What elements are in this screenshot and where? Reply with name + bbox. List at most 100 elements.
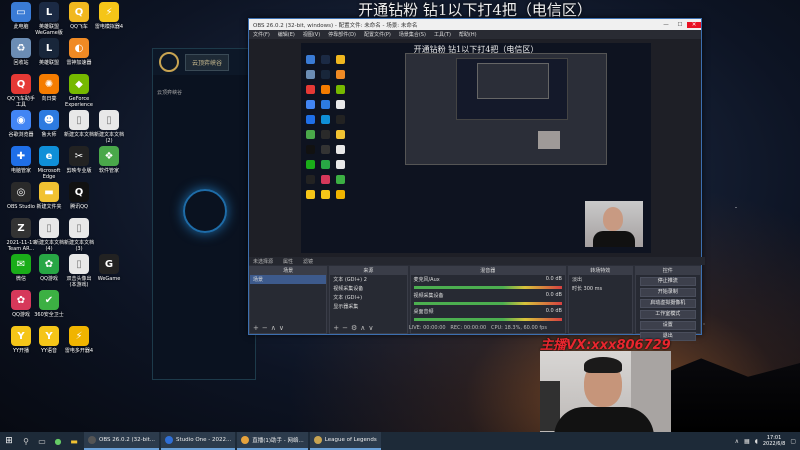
obs-window-title: OBS 26.0.2 (32-bit, windows) - 配置文件: 未命名… [253,22,418,29]
desktop-icon[interactable]: ✺ 向日葵 [32,74,66,102]
menu-tools[interactable]: 工具(T) [434,31,451,38]
tray-chevron-icon[interactable]: ∧ [735,438,739,445]
source-item[interactable]: 视频采集设备 [330,284,406,293]
close-icon[interactable]: ✕ [687,21,701,28]
volume-meter[interactable] [413,302,562,305]
desktop-icon-label: 360安全卫士 [34,312,64,318]
obs-source-toolbar: 未选择源 属性 滤镜 [249,257,705,265]
desktop-icon-label: 双击头像出 (本游戏) [66,276,92,288]
green-app-icon[interactable]: ● [50,432,66,450]
app-icon: ✿ [39,254,59,274]
stop-streaming-button[interactable]: 停止推流 [639,277,697,286]
desktop-icon[interactable]: ✔ 360安全卫士 [32,290,66,318]
source-item[interactable]: 文本 (GDI+) 2 [330,275,406,284]
scene-item[interactable]: 场景 [250,275,327,284]
app-icon: ▯ [69,254,89,274]
desktop-icon[interactable]: L 英雄联盟 WeGame版 [32,2,66,36]
desktop-icon[interactable]: Q QQ飞车 [62,2,96,30]
task-view-icon[interactable]: ▭ [34,432,50,450]
app-icon: Y [11,326,31,346]
desktop-icon[interactable]: L 英雄联盟 [32,38,66,66]
volume-meter[interactable] [413,318,562,321]
desktop-icon[interactable]: ✂ 剪映专业版 [62,146,96,174]
menu-docks[interactable]: 停靠部件(D) [328,31,356,38]
mixer-channel: 桌面音频 0.0 dB [413,308,562,315]
desktop-icon[interactable]: ▯ 新建文本文档 (4) [32,218,66,252]
controls-dock: 控件 停止推流 开始录制 启动虚拟摄像机 工作室模式 设置 退出 [634,266,702,341]
scenes-dock-toolbar[interactable]: +−∧∨ [253,324,287,332]
desktop-icon-label: WeGame [97,276,121,282]
source-item[interactable]: 显示器采集 [330,302,406,311]
lol-play-button[interactable]: 云顶弈峡谷 [185,53,230,71]
properties-button[interactable]: 属性 [283,258,293,265]
sources-dock-toolbar[interactable]: +−⚙∧∨ [333,324,376,332]
desktop-icon[interactable]: ▯ 新建文本文档 (2) [92,110,126,144]
desktop-icon[interactable]: ☻ 鲁大师 [32,110,66,138]
desktop-icon[interactable]: e Microsoft Edge [32,146,66,180]
minimize-icon[interactable]: — [659,22,673,28]
obs-preview[interactable]: 开通钻粉 钻1以下打4把（电信区） [301,43,651,253]
desktop-icon[interactable]: Q 腾讯QQ [62,182,96,210]
taskbar-app-studio-one[interactable]: Studio One - 2022... [161,432,236,450]
desktop-icon[interactable]: Y YY语音 [32,326,66,354]
transition-select[interactable]: 淡出 [569,275,632,284]
desktop-icon[interactable]: ⚡ 雷电多开器4 [62,326,96,354]
rec-timer: REC: 00:00:00 [450,325,487,331]
menu-help[interactable]: 帮助(H) [459,31,477,38]
desktop-icon[interactable]: ⚡ 雷电模拟器4 [92,2,126,30]
desktop-icon[interactable]: ▯ 新建文本文档 [62,110,96,138]
taskbar-app-live-helper[interactable]: 直播(1)助手 - 网络... [237,432,308,450]
filters-button[interactable]: 滤镜 [303,258,313,265]
menu-edit[interactable]: 编辑(E) [278,31,295,38]
menu-scene-collection[interactable]: 场景集合(S) [399,31,426,38]
taskbar-app-obs[interactable]: OBS 26.0.2 (32-bit... [84,432,160,450]
obs-window[interactable]: OBS 26.0.2 (32-bit, windows) - 配置文件: 未命名… [248,18,705,341]
desktop-icon[interactable]: ❖ 软件管家 [92,146,126,174]
desktop-icon[interactable]: ▯ 双击头像出 (本游戏) [62,254,96,288]
taskbar: ⊞ ⚲ ▭ ● ▬ OBS 26.0.2 (32-bit... Studio O… [0,432,800,450]
desktop-icon[interactable]: ◆ GeForce Experience [62,74,96,108]
desktop-icon-label: 腾讯QQ [70,204,88,210]
obs-taskbar-icon [88,436,96,444]
notification-icon[interactable]: ▢ [790,438,796,445]
studio-mode-button[interactable]: 工作室模式 [639,310,697,319]
volume-icon[interactable]: ◖ [755,438,758,445]
app-icon: ▯ [99,110,119,130]
windows-start-icon[interactable]: ⊞ [0,436,18,446]
app-icon: ▯ [69,218,89,238]
preview-desktop-icons [303,53,353,203]
lol-client-window[interactable]: 云顶弈峡谷 云顶弈峡谷 [152,48,256,380]
volume-meter[interactable] [413,286,562,289]
taskbar-app-league[interactable]: League of Legends [309,432,381,450]
transition-duration[interactable]: 时长 300 ms [569,284,632,293]
obs-titlebar[interactable]: OBS 26.0.2 (32-bit, windows) - 配置文件: 未命名… [249,19,701,30]
search-icon[interactable]: ⚲ [18,432,34,450]
desktop: ▭ 此电脑 L 英雄联盟 WeGame版 Q QQ飞车 ⚡ 雷电模拟器4 ♻ 回收站 L 英雄联盟 ◐ 雷… [0,0,800,432]
source-item[interactable]: 文本 (GDI+) [330,293,406,302]
app-icon: ▭ [11,2,31,22]
taskbar-clock[interactable]: 17:01 2022/6/8 [763,435,785,447]
scenes-dock: 场景 场景 +−∧∨ [249,266,328,334]
network-icon[interactable]: ▦ [744,438,750,445]
desktop-icon-label: YY语音 [40,348,58,354]
settings-button[interactable]: 设置 [639,321,697,330]
desktop-icon[interactable]: ▯ 新建文本文档 (3) [62,218,96,252]
desktop-icon[interactable]: ✿ QQ游戏 [32,254,66,282]
app-icon: ▬ [39,182,59,202]
virtual-camera-button[interactable]: 启动虚拟摄像机 [639,299,697,308]
menu-file[interactable]: 文件(F) [253,31,270,38]
start-recording-button[interactable]: 开始录制 [639,288,697,297]
desktop-icon[interactable]: G WeGame [92,254,126,282]
app-icon: ◎ [11,182,31,202]
desktop-icon[interactable]: ▬ 新建文件夹 [32,182,66,210]
desktop-icon[interactable]: ◐ 雷神加速器 [62,38,96,66]
menu-profile[interactable]: 配置文件(P) [364,31,391,38]
app-icon: ✉ [11,254,31,274]
app-icon: ◆ [69,74,89,94]
transitions-dock-title: 转场特效 [568,267,632,275]
folder-icon[interactable]: ▬ [66,432,82,450]
lol-side-label: 云顶弈峡谷 [157,90,183,96]
maximize-icon[interactable]: ☐ [673,22,687,28]
app-icon: ◉ [11,110,31,130]
menu-view[interactable]: 视图(V) [303,31,320,38]
